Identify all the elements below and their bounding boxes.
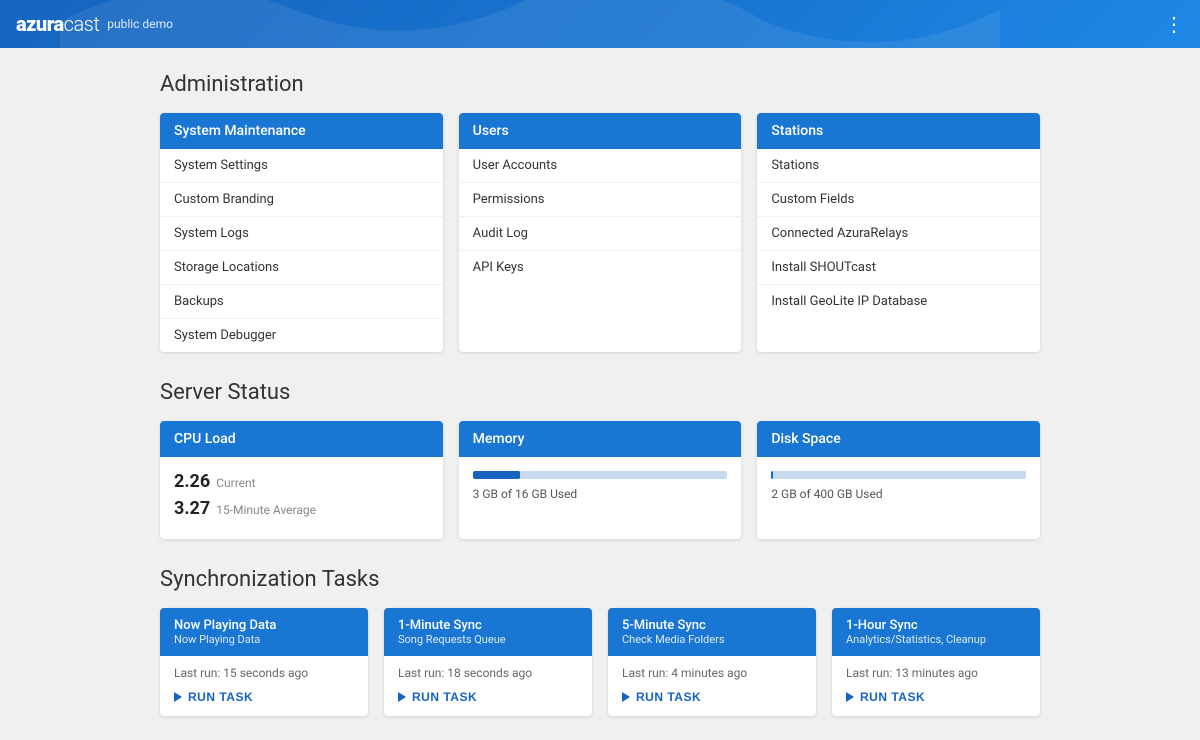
- cpu-header: CPU Load: [160, 421, 443, 457]
- run-task-2-label: RUN TASK: [636, 690, 701, 704]
- stations-card: Stations Stations Custom Fields Connecte…: [757, 113, 1040, 352]
- sync-task-0-title: Now Playing Data: [174, 618, 354, 633]
- sync-task-3-body: Last run: 13 minutes ago RUN TASK: [832, 656, 1040, 716]
- sync-task-0: Now Playing Data Now Playing Data Last r…: [160, 608, 368, 716]
- memory-card: Memory 3 GB of 16 GB Used: [459, 421, 742, 539]
- sync-task-3-header: 1-Hour Sync Analytics/Statistics, Cleanu…: [832, 608, 1040, 656]
- sync-task-1-body: Last run: 18 seconds ago RUN TASK: [384, 656, 592, 716]
- play-icon-0: [174, 692, 182, 702]
- stations-link[interactable]: Stations: [757, 149, 1040, 183]
- custom-fields-link[interactable]: Custom Fields: [757, 183, 1040, 217]
- run-task-3-button[interactable]: RUN TASK: [846, 690, 925, 704]
- sync-task-0-body: Last run: 15 seconds ago RUN TASK: [160, 656, 368, 716]
- custom-branding-link[interactable]: Custom Branding: [160, 183, 443, 217]
- server-status-title: Server Status: [160, 380, 1040, 405]
- system-maintenance-body: System Settings Custom Branding System L…: [160, 149, 443, 352]
- permissions-link[interactable]: Permissions: [459, 183, 742, 217]
- run-task-1-label: RUN TASK: [412, 690, 477, 704]
- backups-link[interactable]: Backups: [160, 285, 443, 319]
- install-shoutcast-link[interactable]: Install SHOUTcast: [757, 251, 1040, 285]
- play-icon-1: [398, 692, 406, 702]
- sync-task-3-subtitle: Analytics/Statistics, Cleanup: [846, 633, 1026, 646]
- system-maintenance-card: System Maintenance System Settings Custo…: [160, 113, 443, 352]
- menu-icon[interactable]: ⋮: [1164, 12, 1184, 36]
- sync-task-2-body: Last run: 4 minutes ago RUN TASK: [608, 656, 816, 716]
- cpu-body: 2.26 Current 3.27 15-Minute Average: [160, 457, 443, 539]
- disk-progress-fill: [771, 471, 772, 479]
- sync-task-1-last-run: Last run: 18 seconds ago: [398, 666, 578, 680]
- sync-task-2-header: 5-Minute Sync Check Media Folders: [608, 608, 816, 656]
- sync-task-0-header: Now Playing Data Now Playing Data: [160, 608, 368, 656]
- system-logs-link[interactable]: System Logs: [160, 217, 443, 251]
- memory-progress-container: [473, 471, 728, 479]
- sync-task-2-last-run: Last run: 4 minutes ago: [622, 666, 802, 680]
- sync-task-3-last-run: Last run: 13 minutes ago: [846, 666, 1026, 680]
- cpu-average-value: 3.27: [174, 498, 210, 519]
- play-icon-3: [846, 692, 854, 702]
- disk-label: 2 GB of 400 GB Used: [771, 487, 1026, 501]
- sync-grid: Now Playing Data Now Playing Data Last r…: [160, 608, 1040, 716]
- cpu-card: CPU Load 2.26 Current 3.27 15-Minute Ave…: [160, 421, 443, 539]
- sync-task-0-subtitle: Now Playing Data: [174, 633, 354, 646]
- status-grid: CPU Load 2.26 Current 3.27 15-Minute Ave…: [160, 421, 1040, 539]
- admin-card-grid: System Maintenance System Settings Custo…: [160, 113, 1040, 352]
- sync-task-1-subtitle: Song Requests Queue: [398, 633, 578, 646]
- memory-header: Memory: [459, 421, 742, 457]
- sync-task-3-title: 1-Hour Sync: [846, 618, 1026, 633]
- memory-label: 3 GB of 16 GB Used: [473, 487, 728, 501]
- system-debugger-link[interactable]: System Debugger: [160, 319, 443, 352]
- header: azuracast public demo ⋮: [0, 0, 1200, 48]
- header-subtitle: public demo: [107, 17, 173, 31]
- sync-task-1-title: 1-Minute Sync: [398, 618, 578, 633]
- install-geolite-link[interactable]: Install GeoLite IP Database: [757, 285, 1040, 318]
- users-body: User Accounts Permissions Audit Log API …: [459, 149, 742, 284]
- sync-task-0-last-run: Last run: 15 seconds ago: [174, 666, 354, 680]
- main-content: Administration System Maintenance System…: [0, 48, 1200, 740]
- run-task-0-button[interactable]: RUN TASK: [174, 690, 253, 704]
- cpu-average-label: 15-Minute Average: [216, 503, 316, 517]
- system-settings-link[interactable]: System Settings: [160, 149, 443, 183]
- sync-task-2: 5-Minute Sync Check Media Folders Last r…: [608, 608, 816, 716]
- sync-task-3: 1-Hour Sync Analytics/Statistics, Cleanu…: [832, 608, 1040, 716]
- play-icon-2: [622, 692, 630, 702]
- disk-card: Disk Space 2 GB of 400 GB Used: [757, 421, 1040, 539]
- users-header: Users: [459, 113, 742, 149]
- run-task-1-button[interactable]: RUN TASK: [398, 690, 477, 704]
- cpu-current: 2.26 Current: [174, 471, 429, 492]
- connected-azurarelays-link[interactable]: Connected AzuraRelays: [757, 217, 1040, 251]
- admin-section-title: Administration: [160, 72, 1040, 97]
- disk-body: 2 GB of 400 GB Used: [757, 457, 1040, 515]
- memory-progress-fill: [473, 471, 521, 479]
- system-maintenance-header: System Maintenance: [160, 113, 443, 149]
- sync-task-1-header: 1-Minute Sync Song Requests Queue: [384, 608, 592, 656]
- api-keys-link[interactable]: API Keys: [459, 251, 742, 284]
- storage-locations-link[interactable]: Storage Locations: [160, 251, 443, 285]
- audit-log-link[interactable]: Audit Log: [459, 217, 742, 251]
- user-accounts-link[interactable]: User Accounts: [459, 149, 742, 183]
- cpu-current-label: Current: [216, 476, 255, 490]
- sync-task-2-subtitle: Check Media Folders: [622, 633, 802, 646]
- logo: azuracast: [16, 12, 99, 36]
- stations-body: Stations Custom Fields Connected AzuraRe…: [757, 149, 1040, 318]
- users-card: Users User Accounts Permissions Audit Lo…: [459, 113, 742, 352]
- run-task-2-button[interactable]: RUN TASK: [622, 690, 701, 704]
- cpu-current-value: 2.26: [174, 471, 210, 492]
- disk-progress-container: [771, 471, 1026, 479]
- disk-header: Disk Space: [757, 421, 1040, 457]
- stations-header: Stations: [757, 113, 1040, 149]
- cpu-average: 3.27 15-Minute Average: [174, 498, 429, 519]
- brand: azuracast public demo: [16, 12, 173, 36]
- sync-task-1: 1-Minute Sync Song Requests Queue Last r…: [384, 608, 592, 716]
- memory-body: 3 GB of 16 GB Used: [459, 457, 742, 515]
- sync-tasks-title: Synchronization Tasks: [160, 567, 1040, 592]
- run-task-0-label: RUN TASK: [188, 690, 253, 704]
- sync-task-2-title: 5-Minute Sync: [622, 618, 802, 633]
- run-task-3-label: RUN TASK: [860, 690, 925, 704]
